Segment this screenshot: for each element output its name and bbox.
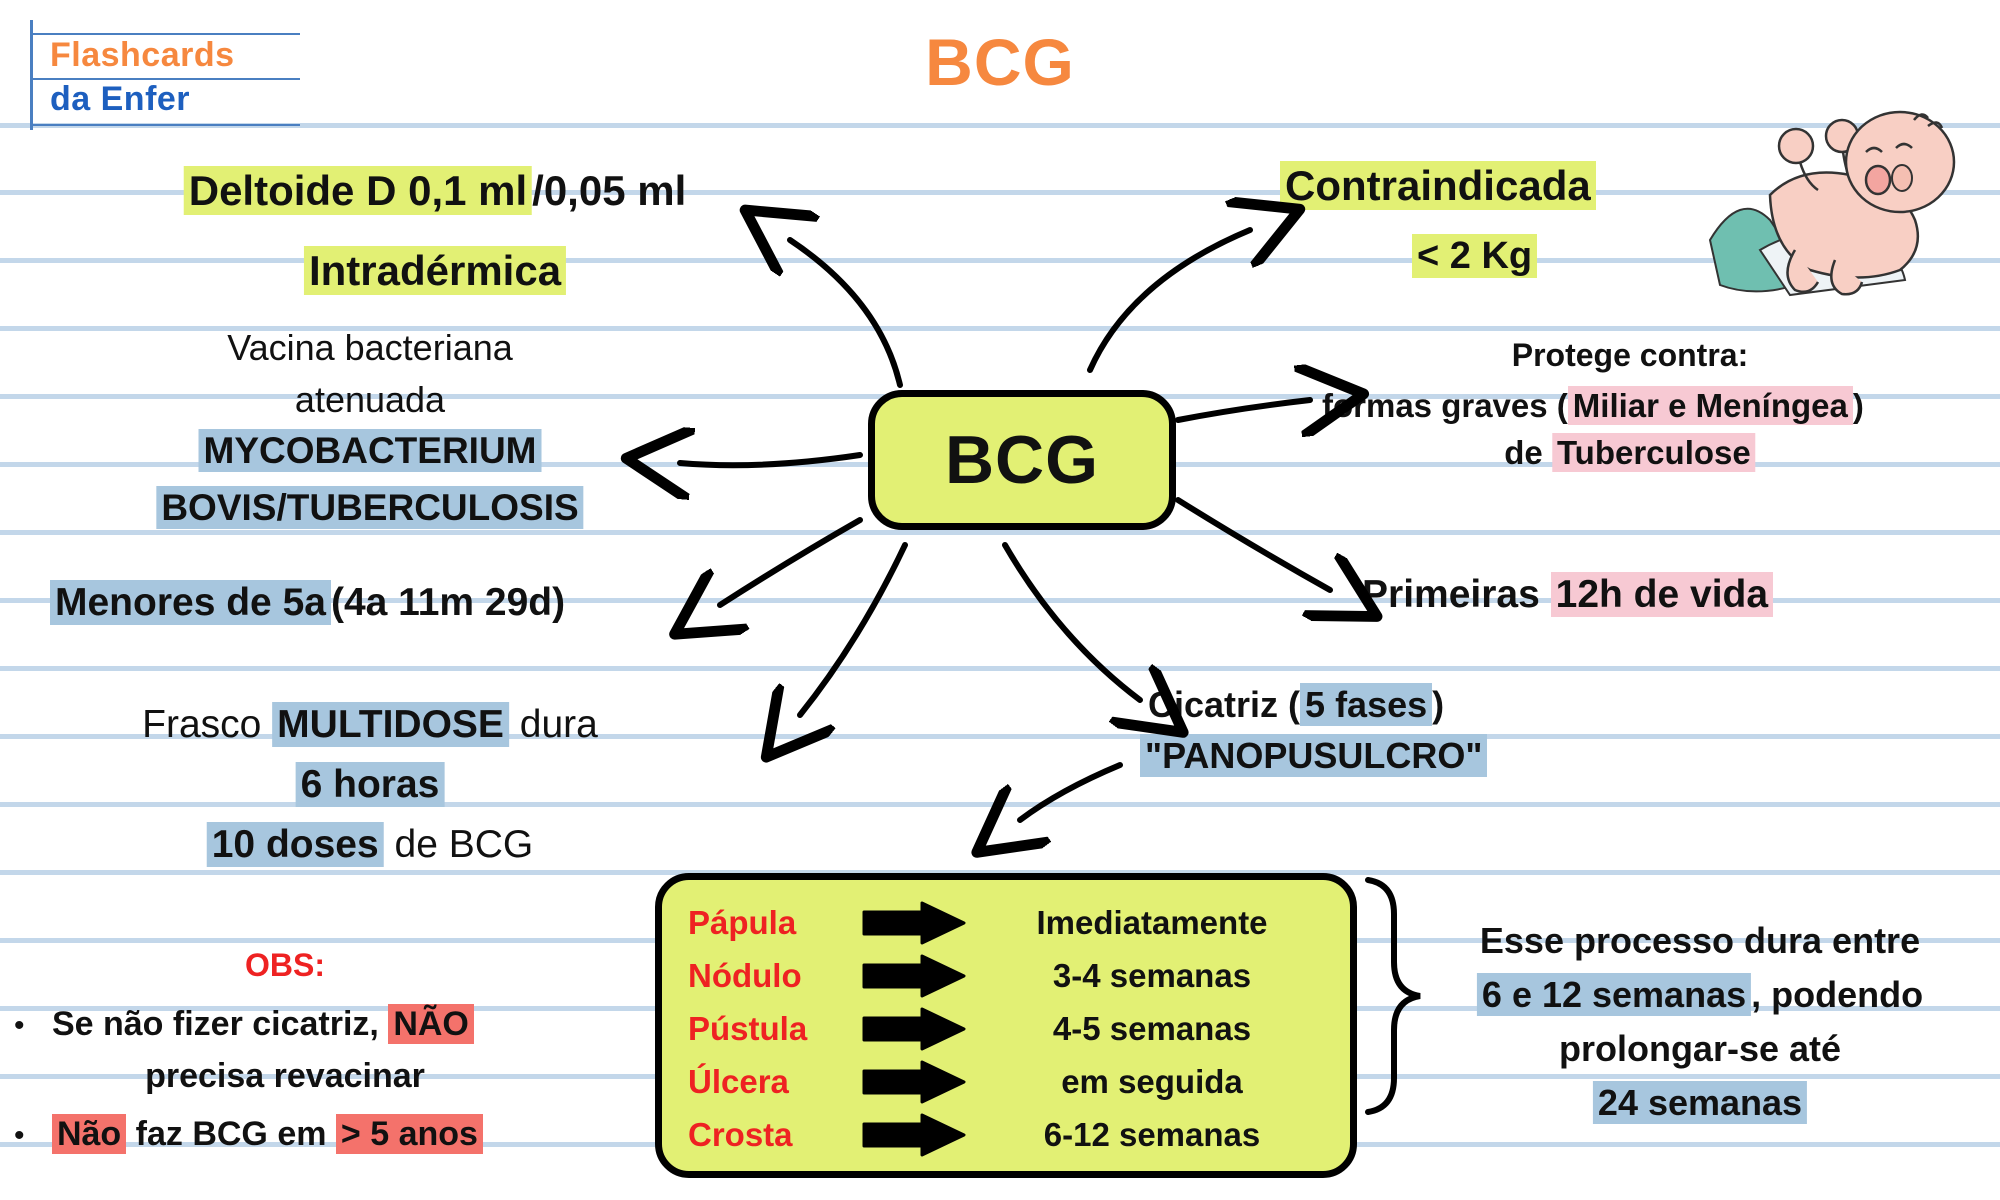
scar-mnemonic-line: "PANOPUSULCRO" bbox=[1140, 733, 1488, 778]
obs-bullet2-highlight-age: > 5 anos bbox=[335, 1114, 483, 1154]
phase-time: Imediatamente bbox=[1036, 903, 1268, 941]
phase-name: Pústula bbox=[688, 1009, 808, 1047]
protects-line2-highlight: Tuberculose bbox=[1551, 433, 1756, 472]
phase-row: Úlcera em seguida bbox=[688, 1055, 1324, 1108]
contraindication-highlight: Contraindicada bbox=[1280, 161, 1596, 210]
central-topic-bcg: BCG bbox=[868, 390, 1176, 530]
phase-name: Nódulo bbox=[688, 956, 802, 994]
route-intradermal-line: Intradérmica bbox=[303, 245, 567, 298]
age-range-detail: (4a 11m 29d) bbox=[330, 581, 566, 624]
scar-phases-line: Cicatriz (5 fases) bbox=[1148, 682, 1444, 727]
contraindication-line: Contraindicada bbox=[1280, 160, 1596, 213]
protects-line1: formas graves (Miliar e Meníngea) bbox=[1322, 385, 1864, 427]
logo-rule-bottom bbox=[30, 124, 300, 126]
vial-multidose-line: Frasco MULTIDOSE dura bbox=[142, 700, 598, 749]
route-dose-highlight: Deltoide D 0,1 ml bbox=[183, 166, 533, 215]
right-arrow-icon bbox=[860, 1006, 980, 1052]
phase-row: Nódulo 3-4 semanas bbox=[688, 949, 1324, 1002]
protects-line1-prefix: formas graves ( bbox=[1322, 387, 1568, 424]
obs-bullet1-text: Se não fizer cicatriz, bbox=[51, 1005, 389, 1043]
age-range-line: Menores de 5a (4a 11m 29d) bbox=[50, 578, 565, 627]
duration-line4: 24 semanas bbox=[1592, 1080, 1808, 1125]
timing-highlight: 12h de vida bbox=[1550, 572, 1774, 617]
flashcard-page: Flashcards da Enfer BCG Deltoide D 0,1 m… bbox=[0, 0, 2000, 1200]
obs-bullet2-text: faz BCG em bbox=[126, 1115, 336, 1153]
scar-phases-box: Pápula Imediatamente Nódulo 3-4 semanas … bbox=[655, 873, 1357, 1178]
arrow-to-timing bbox=[1175, 497, 1330, 590]
vial-suffix: dura bbox=[508, 703, 598, 746]
scar-mnemonic-highlight: "PANOPUSULCRO" bbox=[1140, 734, 1488, 777]
scar-suffix: ) bbox=[1432, 684, 1445, 725]
route-dose-line: Deltoide D 0,1 ml/0,05 ml bbox=[183, 165, 687, 218]
route-intradermal-highlight: Intradérmica bbox=[303, 246, 567, 295]
phase-row: Pápula Imediatamente bbox=[688, 896, 1324, 949]
duration-line2: 6 e 12 semanas, podendo bbox=[1476, 972, 1924, 1017]
bullet-icon: • bbox=[14, 1009, 25, 1042]
scar-phases-highlight: 5 fases bbox=[1300, 683, 1433, 726]
organism-highlight-1: MYCOBACTERIUM bbox=[198, 429, 542, 472]
arrow-to-contraindication bbox=[1087, 230, 1250, 373]
phase-time: 3-4 semanas bbox=[1052, 956, 1252, 994]
duration-line3: prolongar-se até bbox=[1558, 1028, 1842, 1069]
vial-hours-line: 6 horas bbox=[295, 760, 445, 809]
vial-doses-highlight: 10 doses bbox=[206, 822, 384, 867]
phase-name: Úlcera bbox=[688, 1062, 789, 1100]
newborn-baby-illustration bbox=[1708, 110, 1956, 297]
right-arrow-icon bbox=[860, 1112, 980, 1158]
vaccine-type-line1: Vacina bacteriana bbox=[227, 327, 513, 368]
organism-line2: BOVIS/TUBERCULOSIS bbox=[156, 485, 584, 532]
vial-doses-line: 10 doses de BCG bbox=[206, 820, 534, 869]
right-arrow-icon bbox=[860, 1059, 980, 1105]
timing-prefix: Primeiras bbox=[1362, 573, 1551, 616]
duration-line2-suffix: , podendo bbox=[1751, 974, 1924, 1015]
timing-line: Primeiras 12h de vida bbox=[1362, 570, 1774, 619]
duration-weeks-highlight: 6 e 12 semanas bbox=[1476, 973, 1752, 1016]
arrow-to-vial bbox=[800, 542, 908, 715]
phase-time: em seguida bbox=[1061, 1062, 1243, 1100]
protects-line2-prefix: de bbox=[1504, 434, 1552, 471]
obs-bullet-2: • Não faz BCG em > 5 anos bbox=[14, 1113, 483, 1156]
central-topic-label: BCG bbox=[944, 422, 1100, 498]
contraindication-weight-highlight: < 2 Kg bbox=[1412, 234, 1538, 278]
duration-max-highlight: 24 semanas bbox=[1592, 1081, 1808, 1124]
bullet-icon: • bbox=[14, 1119, 25, 1152]
arrow-to-protects bbox=[1175, 400, 1310, 420]
phase-row: Crosta 6-12 semanas bbox=[688, 1108, 1324, 1161]
vaccine-type-line2: atenuada bbox=[294, 379, 446, 420]
right-arrow-icon bbox=[860, 900, 980, 946]
page-title: BCG bbox=[925, 25, 1075, 99]
vial-multidose-highlight: MULTIDOSE bbox=[272, 702, 509, 747]
protects-line2: de Tuberculose bbox=[1504, 432, 1756, 474]
vial-doses-suffix: de BCG bbox=[383, 823, 534, 866]
obs-bullet-1: • Se não fizer cicatriz, NÃO bbox=[14, 1003, 474, 1046]
age-range-highlight: Menores de 5a bbox=[50, 580, 331, 625]
rule-line bbox=[0, 666, 2000, 671]
phase-time: 4-5 semanas bbox=[1052, 1009, 1252, 1047]
route-dose-secondary: /0,05 ml bbox=[532, 167, 687, 214]
obs-heading: OBS: bbox=[245, 947, 325, 983]
phase-row: Pústula 4-5 semanas bbox=[688, 1002, 1324, 1055]
organism-highlight-2: BOVIS/TUBERCULOSIS bbox=[156, 486, 584, 529]
contraindication-weight-line: < 2 Kg bbox=[1412, 233, 1538, 281]
protects-line1-suffix: ) bbox=[1852, 387, 1864, 424]
vial-prefix: Frasco bbox=[142, 703, 273, 746]
obs-bullet1-line2: precisa revacinar bbox=[145, 1057, 425, 1095]
scar-prefix: Cicatriz ( bbox=[1148, 684, 1301, 725]
phase-name: Pápula bbox=[688, 903, 797, 941]
obs-bullet2-highlight-nao: Não bbox=[51, 1114, 127, 1154]
right-arrow-icon bbox=[860, 953, 980, 999]
organism-line1: MYCOBACTERIUM bbox=[198, 428, 542, 475]
phase-name: Crosta bbox=[688, 1115, 793, 1153]
protects-line1-highlight: Miliar e Meníngea bbox=[1567, 386, 1853, 425]
duration-line1: Esse processo dura entre bbox=[1479, 920, 1921, 961]
vial-hours-highlight: 6 horas bbox=[295, 762, 445, 807]
arrow-to-scar bbox=[1002, 542, 1140, 700]
arrow-scar-to-phases bbox=[1020, 762, 1123, 820]
obs-bullet1-highlight: NÃO bbox=[388, 1004, 474, 1044]
phase-time: 6-12 semanas bbox=[1043, 1115, 1261, 1153]
protects-heading: Protege contra: bbox=[1511, 337, 1749, 373]
